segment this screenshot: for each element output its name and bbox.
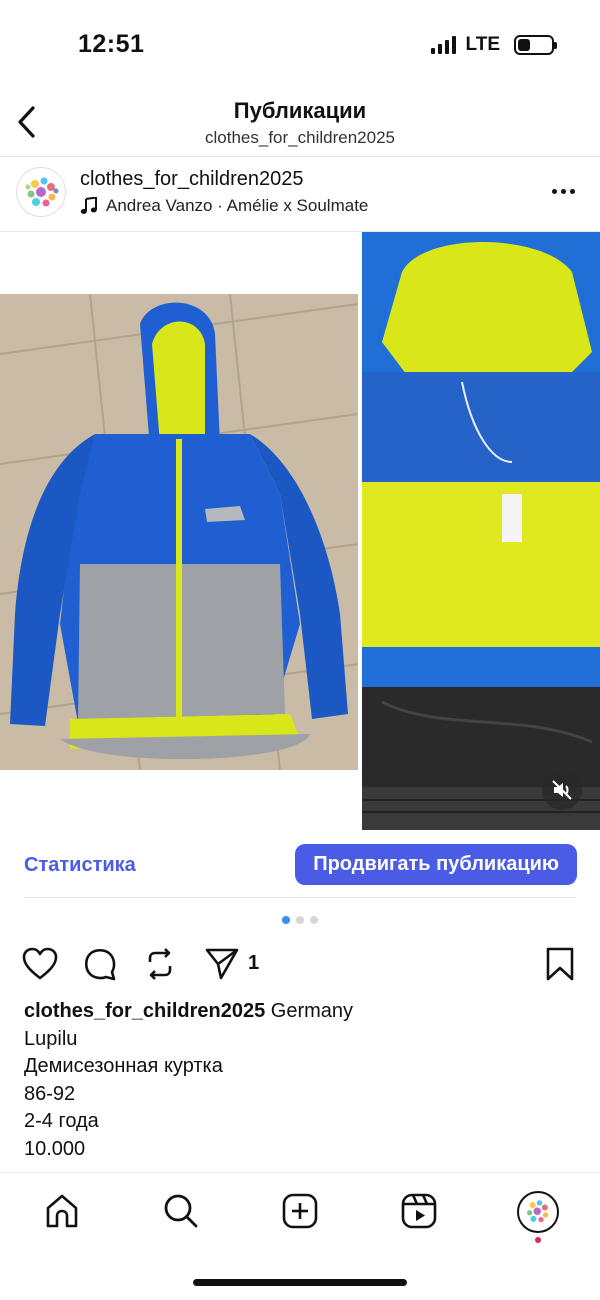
- header-divider: [0, 156, 600, 157]
- speaker-muted-icon: [552, 780, 572, 800]
- insights-divider: [24, 897, 576, 898]
- search-icon: [164, 1194, 198, 1228]
- carousel-dot: [310, 916, 318, 924]
- post-actions: 1: [0, 940, 600, 988]
- post-username[interactable]: clothes_for_children2025: [80, 168, 304, 191]
- caption-line: 86-92: [24, 1082, 76, 1105]
- home-indicator: [193, 1279, 407, 1286]
- heart-icon: [22, 947, 58, 980]
- page-subtitle: clothes_for_children2025: [205, 128, 395, 147]
- media-carousel[interactable]: [0, 232, 600, 830]
- avatar-logo: [18, 169, 65, 216]
- share-button[interactable]: [202, 944, 242, 984]
- carousel-dot: [296, 916, 304, 924]
- post-caption: clothes_for_children2025 Germany Lupilu …: [24, 998, 584, 1163]
- tab-profile[interactable]: [517, 1191, 559, 1233]
- more-horizontal-icon: [551, 188, 557, 194]
- jacket-front-photo: [0, 294, 358, 770]
- nav-header: Публикации clothes_for_children2025: [0, 90, 600, 156]
- carousel-indicator: [0, 916, 600, 924]
- repost-button[interactable]: [140, 944, 180, 984]
- tab-reels[interactable]: [399, 1191, 439, 1231]
- share-count: 1: [248, 952, 260, 974]
- repost-icon: [148, 948, 172, 980]
- notification-dot: [535, 1237, 541, 1243]
- battery-fill: [518, 39, 530, 51]
- audio-label: Andrea Vanzo · Amélie x Soulmate: [106, 196, 369, 215]
- carousel-dot-active: [282, 916, 290, 924]
- signal-icon: [430, 36, 456, 54]
- tab-search[interactable]: [161, 1191, 201, 1231]
- status-indicators: LTE: [430, 34, 557, 56]
- more-options-button[interactable]: [548, 176, 578, 206]
- network-label: LTE: [465, 34, 500, 55]
- jacket-inside-image: [362, 232, 600, 830]
- music-note-icon: [80, 197, 97, 214]
- bookmark-icon: [546, 947, 574, 981]
- statistics-link[interactable]: Статистика: [24, 854, 136, 877]
- avatar[interactable]: [16, 167, 66, 217]
- insights-row: Статистика Продвигать публикацию: [0, 840, 600, 896]
- comment-icon: [84, 948, 116, 981]
- paper-plane-icon: [205, 948, 239, 980]
- jacket-inside-photo: [362, 232, 600, 830]
- caption-username[interactable]: clothes_for_children2025: [24, 1000, 265, 1022]
- caption-line: 2-4 года: [24, 1110, 99, 1132]
- caption-first-line: clothes_for_children2025 Germany: [24, 998, 584, 1026]
- like-button[interactable]: [20, 944, 60, 984]
- battery-icon: [514, 35, 557, 55]
- audio-track[interactable]: Andrea Vanzo · Amélie x Soulmate: [80, 196, 368, 216]
- tab-create[interactable]: [280, 1191, 320, 1231]
- caption-line: Демисезонная куртка: [24, 1055, 223, 1077]
- save-button[interactable]: [540, 944, 580, 984]
- reels-icon: [401, 1193, 437, 1229]
- home-icon: [46, 1194, 78, 1228]
- jacket-front-image: [0, 294, 358, 770]
- caption-line: 10.000: [24, 1137, 86, 1160]
- page-title: Публикации: [233, 98, 367, 123]
- mute-button[interactable]: [542, 770, 582, 810]
- post-header: clothes_for_children2025 Andrea Vanzo · …: [0, 158, 600, 230]
- caption-line: Lupilu: [24, 1027, 78, 1050]
- status-time: 12:51: [78, 30, 145, 58]
- create-icon: [282, 1193, 318, 1229]
- promote-button[interactable]: Продвигать публикацию: [295, 844, 577, 885]
- tab-home[interactable]: [42, 1191, 82, 1231]
- status-bar: 12:51 LTE: [0, 0, 600, 90]
- comment-button[interactable]: [80, 944, 120, 984]
- profile-avatar: [519, 1193, 557, 1231]
- caption-location: Germany: [270, 1000, 354, 1022]
